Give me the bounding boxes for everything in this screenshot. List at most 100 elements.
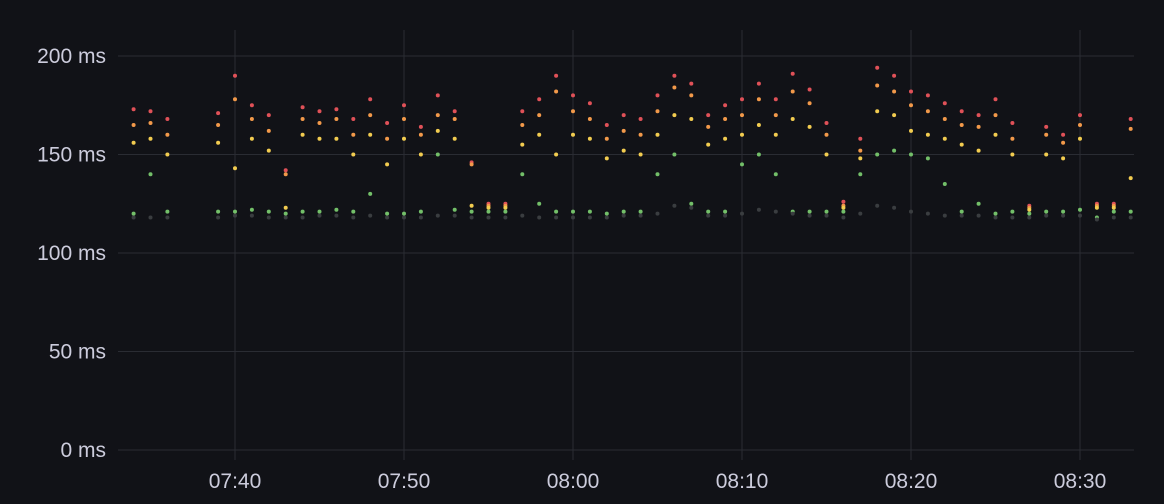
data-point <box>773 97 778 102</box>
data-point <box>1128 209 1133 214</box>
data-point <box>672 85 677 90</box>
data-point <box>655 132 660 137</box>
data-point <box>706 209 711 214</box>
data-point <box>554 152 559 157</box>
data-point <box>452 213 457 218</box>
data-point <box>1010 136 1015 141</box>
data-point <box>587 101 592 106</box>
data-point <box>537 201 542 206</box>
data-point <box>131 123 136 127</box>
data-point <box>1078 123 1082 127</box>
data-point <box>334 207 339 212</box>
data-point <box>469 215 474 220</box>
data-point <box>503 215 508 220</box>
series-0 <box>131 65 1133 208</box>
data-point <box>976 213 981 218</box>
data-point <box>571 209 575 214</box>
data-point <box>131 215 136 220</box>
data-point <box>993 132 998 137</box>
data-point <box>790 71 795 76</box>
series-3 <box>131 148 1133 220</box>
data-point <box>621 213 626 218</box>
data-point <box>1128 126 1133 131</box>
data-point <box>1078 136 1082 141</box>
data-point <box>435 213 440 218</box>
data-point <box>1061 209 1066 214</box>
data-point <box>554 215 559 220</box>
data-point <box>1044 152 1049 157</box>
data-point <box>841 199 846 204</box>
x-tick-label: 07:50 <box>378 470 431 493</box>
data-point <box>875 109 880 114</box>
data-point <box>537 132 542 137</box>
data-point <box>216 111 221 116</box>
data-point <box>537 215 542 220</box>
series-1 <box>131 83 1133 210</box>
data-point <box>266 215 271 220</box>
data-point <box>165 117 170 121</box>
data-point <box>233 209 237 214</box>
data-point <box>892 205 897 210</box>
data-point <box>740 97 744 102</box>
y-tick-label: 50 ms <box>49 341 106 364</box>
data-point <box>503 205 508 210</box>
data-point <box>723 103 728 108</box>
data-point <box>368 113 373 118</box>
data-point <box>452 136 457 141</box>
data-point <box>385 215 390 220</box>
data-point <box>993 211 998 216</box>
data-point <box>418 209 423 214</box>
data-points <box>131 65 1133 222</box>
data-point <box>452 207 457 212</box>
data-point <box>1061 132 1066 137</box>
data-point <box>807 87 812 92</box>
data-point <box>249 117 254 121</box>
data-point <box>959 142 964 147</box>
data-point <box>351 117 356 121</box>
data-point <box>402 136 406 141</box>
data-point <box>1010 209 1015 214</box>
data-point <box>858 172 863 177</box>
data-point <box>486 205 491 210</box>
data-point <box>689 201 694 206</box>
series-2 <box>131 109 1133 212</box>
data-point <box>756 123 761 127</box>
data-point <box>216 123 221 127</box>
data-point <box>875 65 880 70</box>
data-point <box>165 209 170 214</box>
data-point <box>1111 215 1116 220</box>
data-point <box>672 152 677 157</box>
data-point <box>1044 124 1049 129</box>
data-point <box>1010 152 1015 157</box>
data-point <box>300 209 305 214</box>
data-point <box>740 132 744 137</box>
data-point <box>706 124 711 129</box>
y-tick-label: 0 ms <box>60 439 106 462</box>
data-point <box>571 215 575 220</box>
data-point <box>520 142 525 147</box>
data-point <box>266 209 271 214</box>
scatter-chart: 0 ms 50 ms 100 ms 150 ms 200 ms 07:40 07:50 08… <box>37 30 1134 493</box>
data-point <box>368 213 373 218</box>
data-point <box>689 81 694 86</box>
data-point <box>537 113 542 118</box>
data-point <box>249 207 254 212</box>
data-point <box>723 117 728 121</box>
data-point <box>1010 215 1015 220</box>
data-point <box>1044 213 1049 218</box>
data-point <box>756 81 761 86</box>
data-point <box>841 205 846 210</box>
data-point <box>266 128 271 133</box>
data-point <box>402 211 406 216</box>
x-tick-label: 07:40 <box>209 470 262 493</box>
data-point <box>976 148 981 153</box>
data-point <box>638 152 643 157</box>
data-point <box>655 172 660 177</box>
data-point <box>1061 156 1066 161</box>
data-point <box>334 107 339 112</box>
data-point <box>689 205 694 210</box>
data-point <box>824 121 829 125</box>
data-point <box>283 215 288 220</box>
data-point <box>283 168 288 173</box>
data-point <box>266 113 271 118</box>
